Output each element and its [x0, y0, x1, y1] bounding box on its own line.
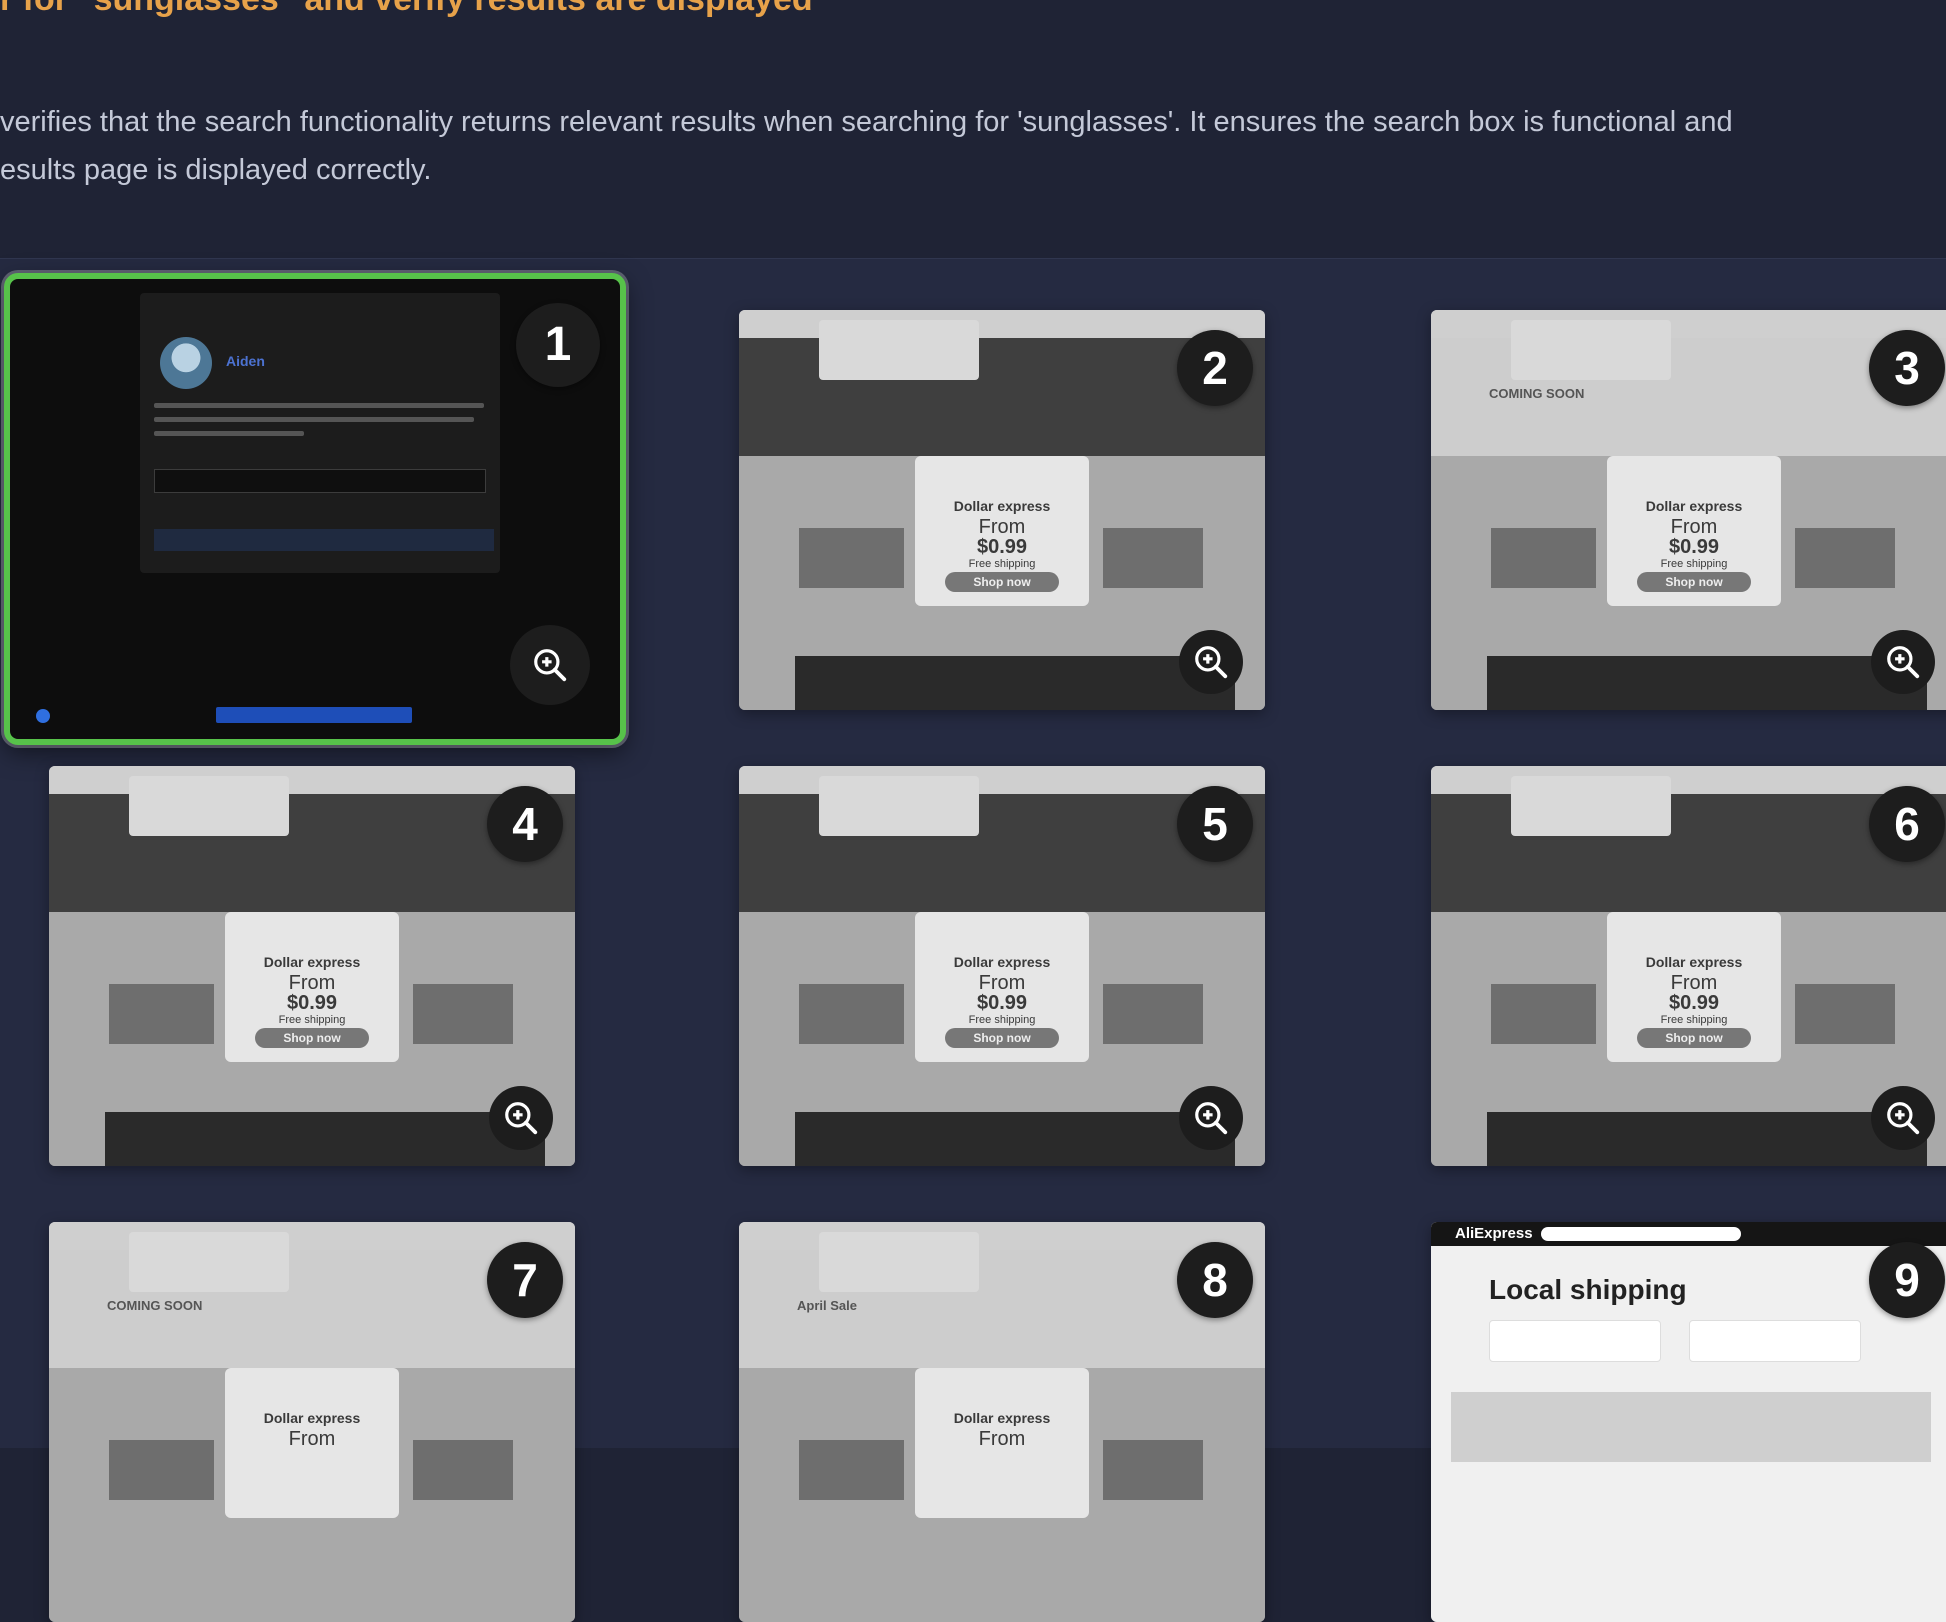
url-field-preview — [154, 469, 486, 493]
step-number-badge: 2 — [1177, 330, 1253, 406]
zoom-in-icon — [534, 649, 567, 682]
promo-price: $0.99 — [976, 536, 1028, 558]
promo-coming-soon: COMING SOON — [1489, 386, 1585, 401]
promo-shipping: Free shipping — [1660, 1014, 1728, 1026]
step-thumbnail-1[interactable]: Aiden 1 — [4, 273, 626, 745]
promo-price: $0.99 — [1668, 992, 1720, 1014]
url-chip-preview — [216, 707, 412, 723]
test-description: verifies that the search functionality r… — [0, 98, 1946, 194]
promo-label: Dollar express — [1645, 498, 1743, 514]
zoom-in-icon — [1195, 646, 1228, 679]
zoom-in-icon — [1195, 1102, 1228, 1135]
avatar — [160, 337, 212, 389]
promo-label: Dollar express — [263, 954, 361, 970]
aliexpress-logo: AliExpress — [1455, 1225, 1533, 1242]
step-thumbnail-4[interactable]: Dollar express From $0.99 Free shipping … — [49, 766, 575, 1166]
status-dot — [36, 709, 50, 723]
text-line — [154, 403, 484, 408]
promo-coming-soon: COMING SOON — [107, 1298, 203, 1313]
promo-shipping: Free shipping — [968, 1014, 1036, 1026]
agent-name: Aiden — [226, 353, 265, 369]
text-line — [154, 417, 474, 422]
promo-shop-now: Shop now — [945, 1028, 1059, 1048]
promo-shop-now: Shop now — [255, 1028, 369, 1048]
promo-label: Dollar express — [263, 1410, 361, 1426]
step-number-badge: 5 — [1177, 786, 1253, 862]
promo-label: Dollar express — [953, 498, 1051, 514]
step-thumbnail-6[interactable]: Dollar express From $0.99 Free shipping … — [1431, 766, 1946, 1166]
zoom-button[interactable] — [510, 625, 590, 705]
zoom-button[interactable] — [1179, 630, 1243, 694]
search-box-preview — [1541, 1227, 1741, 1241]
step-number-badge: 3 — [1869, 330, 1945, 406]
step-thumbnail-5[interactable]: Dollar express From $0.99 Free shipping … — [739, 766, 1265, 1166]
zoom-in-icon — [505, 1102, 538, 1135]
zoom-in-icon — [1887, 1102, 1920, 1135]
step-number-badge: 4 — [487, 786, 563, 862]
promo-price: $0.99 — [286, 992, 338, 1014]
promo-shipping: Free shipping — [1660, 558, 1728, 570]
step-number-badge: 6 — [1869, 786, 1945, 862]
step-thumbnail-7[interactable]: COMING SOON Dollar express From 7 — [49, 1222, 575, 1622]
local-shipping-heading: Local shipping — [1489, 1274, 1687, 1305]
promo-shipping: Free shipping — [968, 558, 1036, 570]
promo-april-sale: April Sale — [797, 1298, 857, 1313]
description-line-1: verifies that the search functionality r… — [0, 106, 1733, 138]
step-number-badge: 9 — [1869, 1242, 1945, 1318]
promo-shop-now: Shop now — [1637, 572, 1751, 592]
promo-shipping: Free shipping — [278, 1014, 346, 1026]
text-line — [154, 431, 304, 436]
agent-chat-preview: Aiden — [140, 293, 500, 573]
zoom-in-icon — [1887, 646, 1920, 679]
promo-label: Dollar express — [953, 1410, 1051, 1426]
promo-label: Dollar express — [953, 954, 1051, 970]
promo-label: Dollar express — [1645, 954, 1743, 970]
promo-shop-now: Shop now — [945, 572, 1059, 592]
test-title: r for "sunglasses" and verify results ar… — [0, 0, 813, 19]
step-thumbnail-2[interactable]: Dollar express From $0.99 Free shipping … — [739, 310, 1265, 710]
zoom-button[interactable] — [1871, 630, 1935, 694]
promo-from: From — [978, 1428, 1026, 1450]
step-thumbnail-9[interactable]: AliExpress Local shipping 9 — [1431, 1222, 1946, 1622]
promo-price: $0.99 — [1668, 536, 1720, 558]
status-bar-preview — [154, 529, 494, 551]
screenshot-gallery: Aiden 1 Dollar express From $0.99 Free s… — [0, 258, 1946, 1622]
step-thumbnail-8[interactable]: April Sale Dollar express From 8 — [739, 1222, 1265, 1622]
promo-price: $0.99 — [976, 992, 1028, 1014]
description-line-2: esults page is displayed correctly. — [0, 154, 432, 186]
zoom-button[interactable] — [1871, 1086, 1935, 1150]
zoom-button[interactable] — [1179, 1086, 1243, 1150]
step-number-badge: 1 — [516, 303, 600, 387]
zoom-button[interactable] — [489, 1086, 553, 1150]
promo-from: From — [288, 1428, 336, 1450]
step-number-badge: 7 — [487, 1242, 563, 1318]
step-number-badge: 8 — [1177, 1242, 1253, 1318]
step-thumbnail-3[interactable]: COMING SOON Dollar express From $0.99 Fr… — [1431, 310, 1946, 710]
promo-shop-now: Shop now — [1637, 1028, 1751, 1048]
